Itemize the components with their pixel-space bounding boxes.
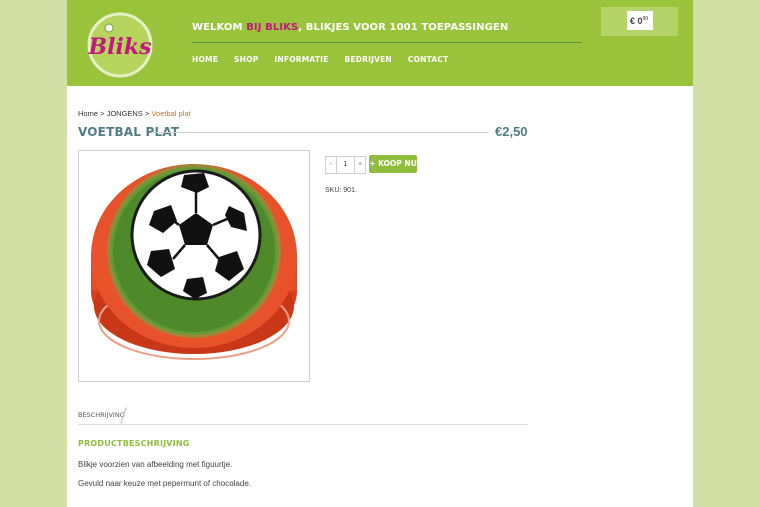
description-paragraph: Gevuld naar keuze met pepermunt of choco… [78,479,251,488]
buy-now-button[interactable]: + KOOP NU [369,155,417,173]
cart-amount: € 0 [630,16,643,26]
product-image[interactable] [78,150,310,382]
quantity-minus-button[interactable]: - [326,157,336,173]
welcome-prefix: WELKOM [192,22,243,33]
breadcrumb: Home > JONGENS > Voetbal plat [78,109,191,118]
quantity-input[interactable]: 1 [336,157,355,173]
main-nav: HOME SHOP INFORMATIE BEDRIJVEN CONTACT [192,55,464,64]
nav-shop[interactable]: SHOP [234,55,258,64]
logo-text: Bliks [88,34,152,60]
quantity-plus-button[interactable]: + [355,157,365,173]
description-paragraph: Blikje voorzien van afbeelding met figuu… [78,460,233,469]
welcome-text: WELKOM BIJ BLIKS, BLIKJES VOOR 1001 TOEP… [192,22,508,33]
quantity-stepper[interactable]: - 1 + [325,156,366,174]
tab-divider [78,424,528,425]
cart-cents: 00 [642,16,649,22]
title-divider [153,132,488,133]
header-divider [192,42,582,43]
nav-informatie[interactable]: INFORMATIE [274,55,328,64]
breadcrumb-separator: > [144,109,150,118]
product-sku: SKU: 901. [325,187,357,194]
cart-total[interactable]: € 000 [627,11,653,30]
welcome-suffix: , BLIKJES VOOR 1001 TOEPASSINGEN [298,22,509,33]
description-title: PRODUCTBESCHRIJVING [78,439,190,448]
nav-bedrijven[interactable]: BEDRIJVEN [344,55,391,64]
cart-widget[interactable]: € 000 [601,7,678,36]
product-price: €2,50 [495,124,528,139]
welcome-highlight: BIJ BLIKS [246,22,299,33]
breadcrumb-current: Voetbal plat [151,109,191,118]
page: Bliks WELKOM BIJ BLIKS, BLIKJES VOOR 100… [67,0,693,507]
soccer-tin-image [91,164,297,360]
breadcrumb-separator: > [100,109,105,118]
tab-beschrijving[interactable]: BESCHRIJVING [78,411,125,419]
nav-contact[interactable]: CONTACT [408,55,449,64]
breadcrumb-home[interactable]: Home [78,109,98,118]
bliks-logo[interactable]: Bliks [82,10,158,78]
nav-home[interactable]: HOME [192,55,218,64]
site-header: Bliks WELKOM BIJ BLIKS, BLIKJES VOOR 100… [67,0,693,86]
breadcrumb-category[interactable]: JONGENS [107,109,143,118]
